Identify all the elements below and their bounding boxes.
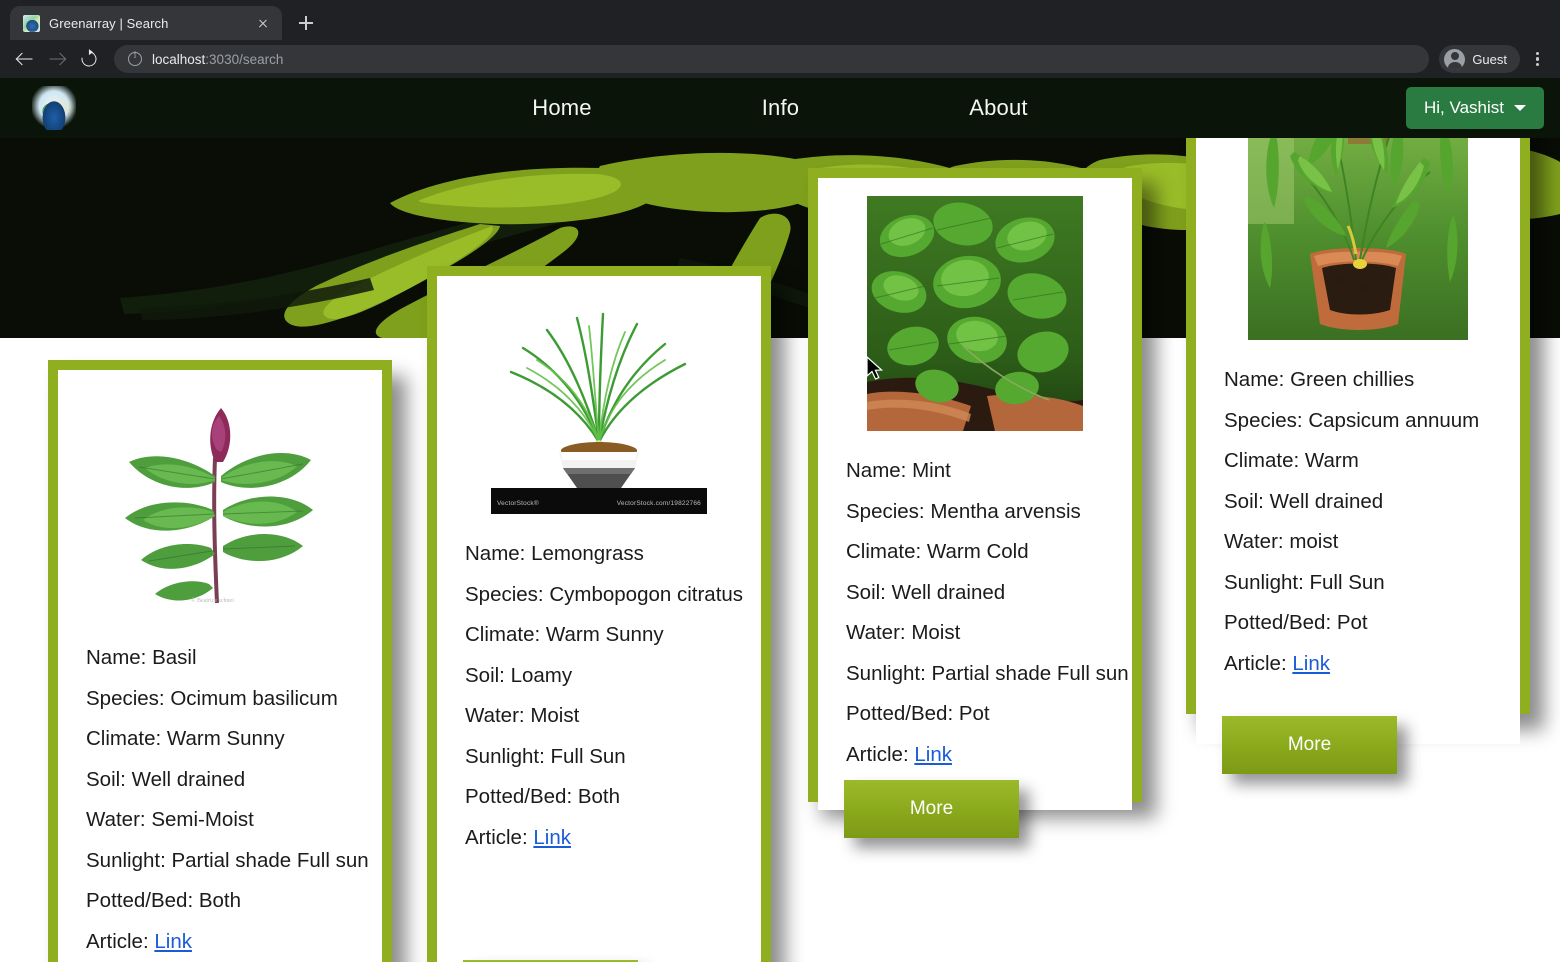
field-water: Water: Moist: [846, 621, 961, 644]
image-watermark-bar: VectorStock® VectorStock.com/19822766: [491, 492, 707, 514]
field-soil: Soil: Well drained: [846, 580, 1006, 604]
plant-card-basil[interactable]: © Beatrice schnei Name: Basil Species: O…: [48, 360, 392, 962]
field-climate: Climate: Warm: [1224, 449, 1359, 472]
plus-icon[interactable]: [292, 9, 320, 37]
primary-nav: Home Info About: [0, 78, 1560, 138]
field-potted-bed: Potted/Bed: Both: [465, 785, 621, 808]
lemongrass-in-pot-vector: [489, 292, 709, 492]
field-sunlight: Sunlight: Full Sun: [1224, 570, 1385, 594]
card-fields-lemongrass: Name: Lemongrass Species: Cymbopogon cit…: [437, 514, 761, 848]
field-sunlight: Sunlight: Full Sun: [465, 744, 626, 768]
close-icon[interactable]: [254, 14, 272, 32]
card-fields-mint: Name: Mint Species: Mentha arvensis Clim…: [818, 431, 1132, 765]
mint-plant-photo: [867, 196, 1083, 431]
field-name: Name: Green chillies: [1224, 368, 1415, 391]
watermark-right: VectorStock.com/19822766: [616, 499, 701, 507]
field-article: Article: Link: [846, 742, 952, 766]
browser-tab[interactable]: Greenarray | Search: [10, 6, 282, 40]
profile-label: Guest: [1472, 51, 1507, 67]
article-link[interactable]: Link: [914, 743, 952, 766]
field-potted-bed: Potted/Bed: Pot: [1224, 611, 1368, 634]
nav-link-home[interactable]: Home: [532, 95, 592, 121]
field-climate: Climate: Warm Cold: [846, 540, 1029, 563]
url-host: localhost: [152, 51, 206, 67]
field-name: Name: Lemongrass: [465, 542, 644, 565]
field-soil: Soil: Well drained: [1224, 489, 1384, 513]
tab-title: Greenarray | Search: [49, 15, 169, 31]
plant-card-lemongrass[interactable]: VectorStock® VectorStock.com/19822766 Na…: [427, 266, 771, 962]
info-circle-icon[interactable]: [128, 50, 142, 66]
arrow-back-icon[interactable]: [10, 44, 40, 74]
plant-card-green-chillies[interactable]: Name: Green chillies Species: Capsicum a…: [1186, 78, 1530, 774]
article-link[interactable]: Link: [1292, 652, 1330, 675]
profile-chip[interactable]: Guest: [1439, 45, 1520, 73]
field-sunlight: Sunlight: Partial shade Full sun: [846, 661, 1129, 685]
field-water: Water: moist: [1224, 530, 1339, 553]
page-viewport: Home Info About Hi, Vashist © Beatrice s…: [0, 78, 1560, 962]
field-water: Water: Semi-Moist: [86, 808, 254, 831]
field-species: Species: Mentha arvensis: [846, 499, 1081, 523]
site-navbar: Home Info About Hi, Vashist: [0, 78, 1560, 138]
chevron-down-icon: [1514, 105, 1526, 111]
plant-card-mint[interactable]: Name: Mint Species: Mentha arvensis Clim…: [808, 168, 1142, 838]
field-name: Name: Basil: [86, 646, 197, 669]
field-sunlight: Sunlight: Partial shade Full sun: [86, 848, 369, 872]
tab-strip: Greenarray | Search: [0, 0, 1560, 40]
field-species: Species: Capsicum annuum: [1224, 408, 1480, 432]
more-button-green-chillies[interactable]: More: [1222, 716, 1397, 774]
svg-text:© Beatrice schnei: © Beatrice schnei: [191, 597, 234, 604]
article-link[interactable]: Link: [154, 930, 192, 953]
user-menu-label: Hi, Vashist: [1424, 98, 1504, 117]
plant-card-deck: © Beatrice schnei Name: Basil Species: O…: [0, 78, 1560, 962]
field-species: Species: Cymbopogon citratus: [465, 582, 744, 606]
field-climate: Climate: Warm Sunny: [86, 727, 285, 750]
field-soil: Soil: Loamy: [465, 663, 573, 687]
nav-link-about[interactable]: About: [969, 95, 1028, 121]
person-avatar-icon: [1444, 48, 1466, 70]
url-text: localhost:3030/search: [152, 52, 283, 67]
browser-toolbar: localhost:3030/search Guest: [0, 40, 1560, 78]
kebab-menu-icon[interactable]: [1524, 46, 1550, 72]
field-article: Article: Link: [1224, 651, 1330, 675]
arrow-forward-icon[interactable]: [42, 44, 72, 74]
more-button-mint[interactable]: More: [844, 780, 1019, 838]
user-menu-button[interactable]: Hi, Vashist: [1406, 87, 1544, 129]
field-article: Article: Link: [465, 825, 571, 849]
field-species: Species: Ocimum basilicum: [86, 686, 338, 710]
card-fields-green-chillies: Name: Green chillies Species: Capsicum a…: [1196, 340, 1520, 674]
field-water: Water: Moist: [465, 704, 580, 727]
field-soil: Soil: Well drained: [86, 767, 246, 791]
browser-window: Greenarray | Search localhost:3030/searc…: [0, 0, 1560, 962]
article-link[interactable]: Link: [533, 826, 571, 849]
watermark-left: VectorStock®: [497, 499, 539, 507]
card-fields-basil: Name: Basil Species: Ocimum basilicum Cl…: [58, 618, 382, 952]
green-chilli-plant-photo: [1248, 104, 1468, 340]
reload-icon[interactable]: [74, 44, 104, 74]
url-path: :3030/search: [205, 51, 284, 67]
field-name: Name: Mint: [846, 459, 951, 482]
field-potted-bed: Potted/Bed: Pot: [846, 702, 990, 725]
field-climate: Climate: Warm Sunny: [465, 623, 664, 646]
field-article: Article: Link: [86, 929, 192, 953]
basil-plant-illustration: © Beatrice schnei: [97, 388, 343, 618]
field-potted-bed: Potted/Bed: Both: [86, 889, 242, 912]
globe-favicon: [23, 14, 40, 32]
address-bar[interactable]: localhost:3030/search: [114, 45, 1430, 73]
nav-link-info[interactable]: Info: [762, 95, 800, 121]
